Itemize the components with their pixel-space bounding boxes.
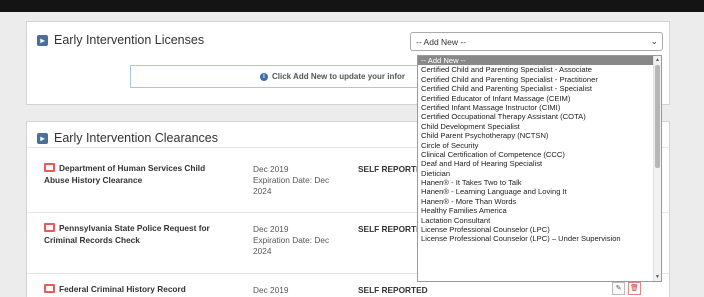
document-icon[interactable]: [44, 284, 55, 293]
scroll-up-icon[interactable]: ▲: [655, 57, 660, 63]
info-message: i Click Add New to update your infor: [130, 65, 430, 88]
dropdown-option[interactable]: Hanen® - More Than Words: [418, 197, 654, 206]
dropdown-option[interactable]: -- Add New --: [418, 56, 654, 66]
dropdown-option[interactable]: Certified Infant Massage Instructor (CIM…: [418, 103, 654, 112]
top-bar: [0, 0, 704, 12]
clearance-row-date: Dec 2019: [253, 285, 289, 295]
dropdown-option[interactable]: Child Development Specialist: [418, 122, 654, 131]
dropdown-option[interactable]: Healthy Families America: [418, 206, 654, 215]
dropdown-option[interactable]: Hanen® - Learning Language and Loving It: [418, 187, 654, 196]
dropdown-option[interactable]: License Professional Counselor (LPC): [418, 225, 654, 234]
dropdown-option[interactable]: Certified Child and Parenting Specialist…: [418, 65, 654, 74]
chevron-down-icon: ⌄: [650, 36, 658, 46]
licenses-title: ▸ Early Intervention Licenses: [37, 33, 204, 47]
clearance-row-title: Federal Criminal History Record Informat…: [44, 283, 224, 297]
document-icon[interactable]: [44, 223, 55, 232]
status-text: SELF REPORTE: [358, 224, 422, 234]
dropdown-option[interactable]: Dietician: [418, 169, 654, 178]
dropdown-option[interactable]: Hanen® - It Takes Two to Talk: [418, 178, 654, 187]
info-icon: i: [260, 72, 268, 81]
document-icon[interactable]: [44, 163, 55, 172]
add-new-dropdown-list[interactable]: -- Add New -- Certified Child and Parenti…: [417, 55, 662, 282]
dropdown-option[interactable]: Clinical Certification of Competence (CC…: [418, 150, 654, 159]
dropdown-option[interactable]: Certified Child and Parenting Specialist…: [418, 75, 654, 84]
dropdown-option[interactable]: Certified Occupational Therapy Assistant…: [418, 112, 654, 121]
delete-button[interactable]: 🗑: [628, 282, 641, 295]
clearance-row-date: Dec 2019 Expiration Date: Dec 2024: [253, 224, 330, 256]
section-icon: ▸: [37, 132, 48, 144]
dropdown-option[interactable]: License Professional Counselor (LPC) – U…: [418, 234, 654, 243]
dropdown-option[interactable]: Lactation Consultant: [418, 216, 654, 225]
clearance-row-title: Pennsylvania State Police Request for Cr…: [44, 223, 210, 245]
dropdown-option[interactable]: Certified Educator of Infant Massage (CE…: [418, 94, 654, 103]
status-text: SELF REPORTE: [358, 164, 422, 174]
add-new-select[interactable]: -- Add New -- ⌄: [410, 32, 663, 51]
scroll-down-icon[interactable]: ▼: [655, 274, 660, 280]
clearance-row-title: Department of Human Services Child Abuse…: [44, 163, 206, 185]
dropdown-option[interactable]: Deaf and Hard of Hearing Specialist: [418, 159, 654, 168]
clearances-title: ▸ Early Intervention Clearances: [37, 131, 218, 145]
dropdown-options: -- Add New -- Certified Child and Parenti…: [418, 56, 661, 244]
dropdown-scrollbar[interactable]: ▲ ▼: [653, 56, 661, 281]
edit-button[interactable]: ✎: [612, 282, 625, 295]
clearance-row-date: Dec 2019 Expiration Date: Dec 2024: [253, 164, 330, 196]
section-icon: ▸: [37, 34, 48, 46]
dropdown-option[interactable]: Child Parent Psychotherapy (NCTSN): [418, 131, 654, 140]
dropdown-option[interactable]: Circle of Security: [418, 141, 654, 150]
status-text: SELF REPORTED: [358, 285, 428, 295]
dropdown-option[interactable]: Certified Child and Parenting Specialist…: [418, 84, 654, 93]
scrollbar-thumb[interactable]: [655, 65, 660, 168]
